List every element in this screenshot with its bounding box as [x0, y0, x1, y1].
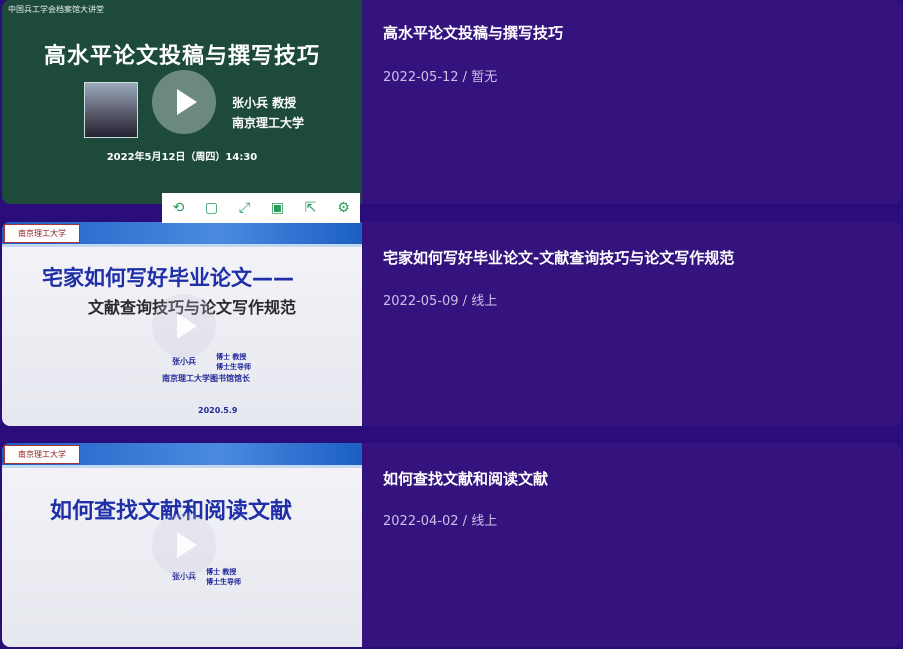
- share-icon[interactable]: ⇱: [300, 200, 322, 216]
- speaker-titles: 博士 教授: [206, 568, 237, 576]
- copy-icon[interactable]: ▢: [201, 200, 223, 216]
- speaker-affiliation: 南京理工大学: [232, 116, 305, 130]
- slide-heading: 高水平论文投稿与撰写技巧: [43, 44, 320, 69]
- lecture-title[interactable]: 如何查找文献和阅读文献: [383, 468, 548, 489]
- slide-header-stripe: [2, 244, 362, 247]
- replay-icon[interactable]: ⟲: [168, 200, 190, 216]
- speaker-name: 张小兵 教授: [232, 96, 297, 110]
- organizer-label: 中国兵工学会档案馆大讲堂: [8, 5, 104, 14]
- play-icon[interactable]: [152, 294, 216, 358]
- speaker-name: 张小兵: [172, 357, 196, 366]
- speaker-titles: 博士 教授: [216, 353, 247, 361]
- player-toolbar: ⟲ ▢ ⤢ ▣ ⇱ ⚙: [162, 193, 360, 223]
- lecture-card[interactable]: 中国兵工学会档案馆大讲堂 高水平论文投稿与撰写技巧 张小兵 教授 南京理工大学 …: [2, 0, 901, 204]
- lecture-meta: 2022-04-02 / 线上: [383, 514, 498, 529]
- university-logo: 南京理工大学: [4, 445, 80, 464]
- slide-header-stripe: [2, 465, 362, 468]
- slide-date: 2020.5.9: [198, 406, 238, 415]
- lecture-title[interactable]: 宅家如何写好毕业论文-文献查询技巧与论文写作规范: [383, 247, 734, 268]
- speaker-photo: [84, 82, 138, 138]
- video-thumbnail[interactable]: 南京理工大学 宅家如何写好毕业论文—— 文献查询技巧与论文写作规范 张小兵 博士…: [2, 222, 362, 426]
- speaker-affiliation: 南京理工大学图书馆馆长: [162, 374, 250, 383]
- lecture-title[interactable]: 高水平论文投稿与撰写技巧: [383, 22, 563, 43]
- lecture-card[interactable]: 南京理工大学 如何查找文献和阅读文献 张小兵 博士 教授 博士生导师 如何查找文…: [2, 443, 901, 647]
- university-logo: 南京理工大学: [4, 224, 80, 243]
- video-thumbnail[interactable]: 南京理工大学 如何查找文献和阅读文献 张小兵 博士 教授 博士生导师: [2, 443, 362, 647]
- settings-icon[interactable]: ⚙: [333, 200, 355, 216]
- lecture-meta: 2022-05-12 / 暂无: [383, 70, 498, 85]
- lecture-meta: 2022-05-09 / 线上: [383, 294, 498, 309]
- lecture-card[interactable]: 南京理工大学 宅家如何写好毕业论文—— 文献查询技巧与论文写作规范 张小兵 博士…: [2, 222, 901, 426]
- video-thumbnail[interactable]: 中国兵工学会档案馆大讲堂 高水平论文投稿与撰写技巧 张小兵 教授 南京理工大学 …: [2, 0, 362, 204]
- speaker-info: 张小兵 教授 南京理工大学: [232, 93, 304, 133]
- slide-heading: 宅家如何写好毕业论文——: [42, 266, 294, 290]
- slide-date: 2022年5月12日（周四）14:30: [106, 152, 258, 163]
- speaker-titles-2: 博士生导师: [206, 578, 241, 586]
- play-icon[interactable]: [152, 70, 216, 134]
- fullscreen-icon[interactable]: ⤢: [234, 200, 256, 216]
- save-icon[interactable]: ▣: [267, 200, 289, 216]
- speaker-titles-2: 博士生导师: [216, 363, 251, 371]
- play-icon[interactable]: [152, 513, 216, 577]
